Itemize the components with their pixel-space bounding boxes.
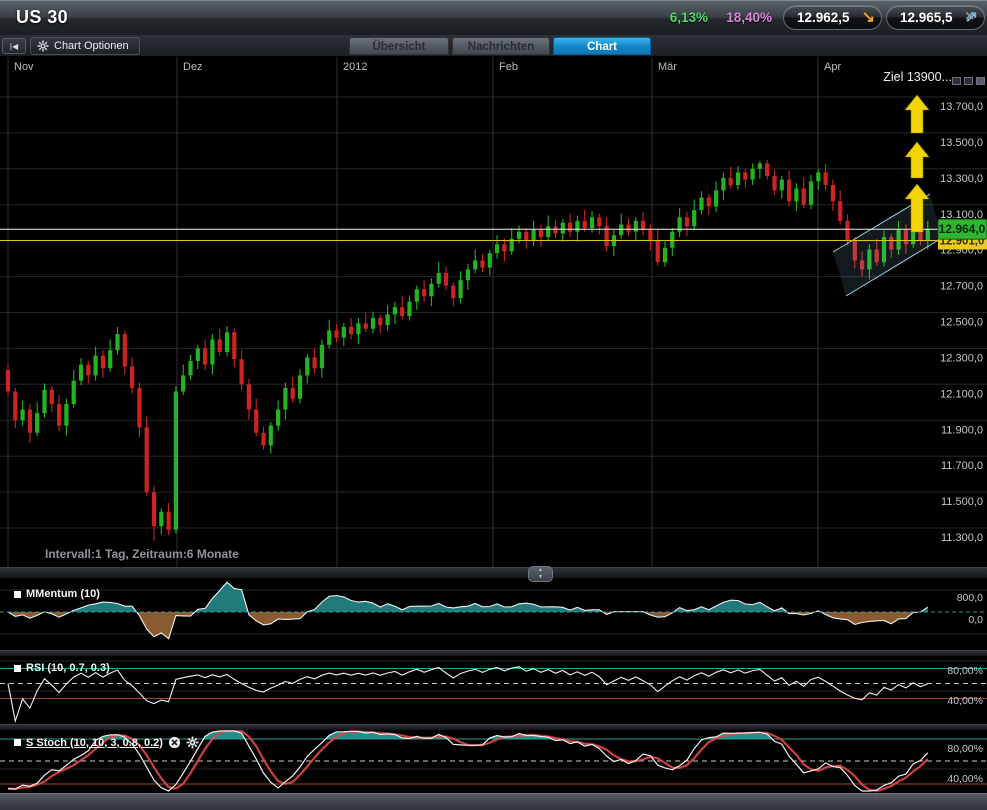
momentum-label: MMentum (10) <box>26 588 100 600</box>
svg-text:Apr: Apr <box>824 61 841 73</box>
gear-icon <box>37 40 49 52</box>
title-bar: US 30 6,13% 18,40% 12.962,5 ↘ 12.965,5 ↗… <box>0 0 987 35</box>
chart-window: US 30 6,13% 18,40% 12.962,5 ↘ 12.965,5 ↗… <box>0 0 987 810</box>
svg-text:2012: 2012 <box>343 61 367 73</box>
target-label: Ziel 13900... <box>883 70 952 84</box>
stochastic-legend: S Stoch (10, 10, 3, 0.8, 0.2) <box>14 736 199 749</box>
bottom-toolbar: + − ↻ ⊘ Zeitraum Chart Typ Indikatoren Z… <box>0 793 987 810</box>
momentum-panel[interactable]: 800,0 0,0 <box>0 578 987 650</box>
chart-options-button[interactable]: Chart Optionen <box>30 37 140 55</box>
svg-text:800,0: 800,0 <box>957 592 983 604</box>
tab-chart[interactable]: Chart <box>553 37 651 55</box>
tab-nachrichten[interactable]: Nachrichten <box>452 37 550 55</box>
main-price-chart[interactable]: Nov Dez 2012 Feb Mär Apr 11.300,0 11.500,0 11.70… <box>0 57 987 567</box>
remove-indicator-icon[interactable] <box>168 736 181 749</box>
buy-price-value: 12.965,5 <box>900 10 953 25</box>
sell-price-button[interactable]: 12.962,5 ↘ <box>783 5 882 30</box>
svg-text:11.300,0: 11.300,0 <box>941 532 983 544</box>
candles <box>6 160 930 541</box>
svg-text:40,00%: 40,00% <box>947 695 983 707</box>
momentum-positive-area <box>8 582 928 638</box>
stochastic-label[interactable]: S Stoch (10, 10, 3, 0.8, 0.2) <box>26 737 163 749</box>
svg-text:Mär: Mär <box>658 61 677 73</box>
current-price-tag: 12.964,0 <box>938 219 987 239</box>
svg-text:Feb: Feb <box>499 61 518 73</box>
change-percent-low: 6,13% <box>658 10 708 25</box>
momentum-swatch-icon <box>14 591 21 598</box>
stochastic-swatch-icon <box>14 739 21 746</box>
svg-text:11.900,0: 11.900,0 <box>941 424 983 436</box>
rsi-overbought-area <box>8 667 928 721</box>
svg-text:12.964,0: 12.964,0 <box>939 222 986 236</box>
svg-text:80,00%: 80,00% <box>947 743 983 755</box>
svg-text:12.300,0: 12.300,0 <box>940 352 983 364</box>
svg-text:0,0: 0,0 <box>968 614 983 626</box>
svg-text:80,00%: 80,00% <box>947 665 983 677</box>
svg-text:12.700,0: 12.700,0 <box>940 281 983 293</box>
svg-text:13.500,0: 13.500,0 <box>940 137 983 149</box>
indicator-settings-gear-icon[interactable] <box>186 736 199 749</box>
rsi-swatch-icon <box>14 665 21 672</box>
instrument-title: US 30 <box>16 7 68 28</box>
price-down-arrow-icon: ↘ <box>862 7 875 27</box>
rsi-legend: RSI (10, 0.7, 0.3) <box>14 662 110 674</box>
tab-bar: |◀ Chart Optionen Übersicht Nachrichten … <box>0 35 987 57</box>
rsi-line <box>8 667 928 721</box>
svg-text:11.700,0: 11.700,0 <box>941 460 983 472</box>
channel-pattern-drawing[interactable] <box>833 194 942 296</box>
svg-text:12.100,0: 12.100,0 <box>940 388 983 400</box>
collapse-panel-button[interactable]: |◀ <box>2 38 26 54</box>
svg-text:40,00%: 40,00% <box>947 773 983 785</box>
rsi-label: RSI (10, 0.7, 0.3) <box>26 662 110 674</box>
interval-label: Intervall:1 Tag, Zeitraum:6 Monate <box>45 547 239 561</box>
tab-uebersicht[interactable]: Übersicht <box>349 37 449 55</box>
close-icon[interactable]: × <box>965 8 974 26</box>
price-axis-labels: 11.300,0 11.500,0 11.700,0 11.900,0 12.100,0… <box>940 101 983 544</box>
resize-up-icon: ▲ <box>529 567 552 574</box>
chart-options-label: Chart Optionen <box>54 38 129 55</box>
momentum-legend: MMentum (10) <box>14 588 100 600</box>
change-percent-high: 18,40% <box>714 10 772 25</box>
svg-text:13.700,0: 13.700,0 <box>940 101 983 113</box>
svg-text:11.500,0: 11.500,0 <box>941 496 983 508</box>
svg-text:Dez: Dez <box>183 61 203 73</box>
svg-text:12.500,0: 12.500,0 <box>940 317 983 329</box>
panel-divider <box>0 567 987 578</box>
svg-text:Nov: Nov <box>14 61 34 73</box>
sell-price-value: 12.962,5 <box>797 10 850 25</box>
rsi-panel[interactable]: 80,00% 40,00% <box>0 656 987 724</box>
svg-text:13.300,0: 13.300,0 <box>940 173 983 185</box>
